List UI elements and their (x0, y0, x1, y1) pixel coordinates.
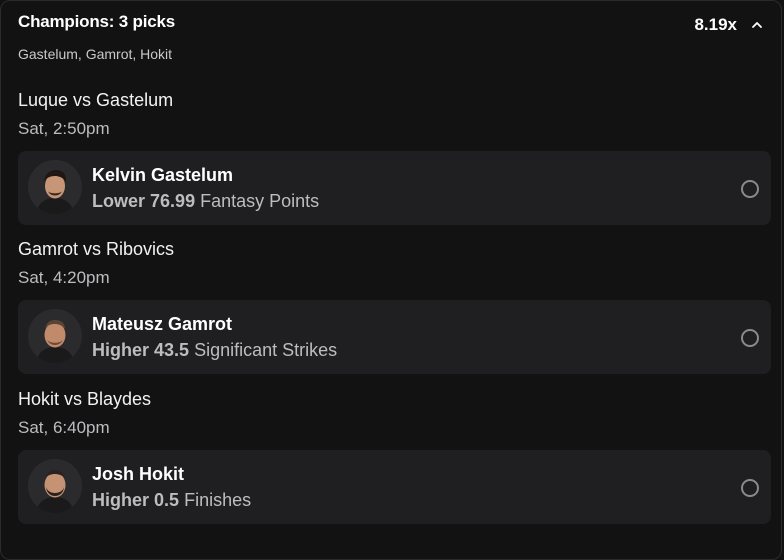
pick-line-value: 0.5 (154, 490, 180, 510)
player-avatar (28, 459, 82, 513)
pick-direction: Higher (92, 340, 150, 360)
entry-title: Champions: 3 picks (18, 12, 175, 31)
matchup-header: Luque vs Gastelum Sat, 2:50pm (18, 90, 173, 139)
pick-stat: Fantasy Points (200, 191, 320, 211)
chevron-up-icon[interactable] (750, 18, 764, 32)
pick-projection: Higher 0.5 Finishes (92, 490, 251, 511)
pick-projection: Higher 43.5 Significant Strikes (92, 340, 337, 361)
player-avatar (28, 309, 82, 363)
matchup-header: Hokit vs Blaydes Sat, 6:40pm (18, 389, 151, 438)
matchup-time: Sat, 2:50pm (18, 119, 110, 138)
radio-icon[interactable] (741, 479, 759, 497)
radio-icon[interactable] (741, 180, 759, 198)
player-avatar (28, 160, 82, 214)
pick-card[interactable]: Kelvin Gastelum Lower 76.99 Fantasy Poin… (18, 151, 771, 225)
entry-players: Gastelum, Gamrot, Hokit (18, 46, 173, 62)
matchup-title: Hokit vs Blaydes (18, 389, 152, 409)
matchup-time: Sat, 4:20pm (18, 268, 110, 287)
matchup-header: Gamrot vs Ribovics Sat, 4:20pm (18, 239, 174, 288)
player-name: Josh Hokit (92, 464, 185, 484)
radio-icon[interactable] (741, 329, 759, 347)
pick-card[interactable]: Josh Hokit Higher 0.5 Finishes (18, 450, 771, 524)
pick-direction: Lower (92, 191, 146, 211)
matchup-title: Luque vs Gastelum (18, 90, 174, 110)
pick-stat: Finishes (184, 490, 252, 510)
pick-stat: Significant Strikes (194, 340, 338, 360)
player-name: Mateusz Gamrot (92, 314, 233, 334)
pick-direction: Higher (92, 490, 150, 510)
matchup-title: Gamrot vs Ribovics (18, 239, 175, 259)
pick-projection: Lower 76.99 Fantasy Points (92, 191, 319, 212)
player-name: Kelvin Gastelum (92, 165, 234, 185)
pick-card[interactable]: Mateusz Gamrot Higher 43.5 Significant S… (18, 300, 771, 374)
picks-panel: Champions: 3 picks Gastelum, Gamrot, Hok… (0, 0, 782, 560)
pick-line-value: 76.99 (150, 191, 196, 211)
payout-multiplier: 8.19x (694, 15, 737, 34)
pick-line-value: 43.5 (154, 340, 190, 360)
matchup-time: Sat, 6:40pm (18, 418, 110, 437)
